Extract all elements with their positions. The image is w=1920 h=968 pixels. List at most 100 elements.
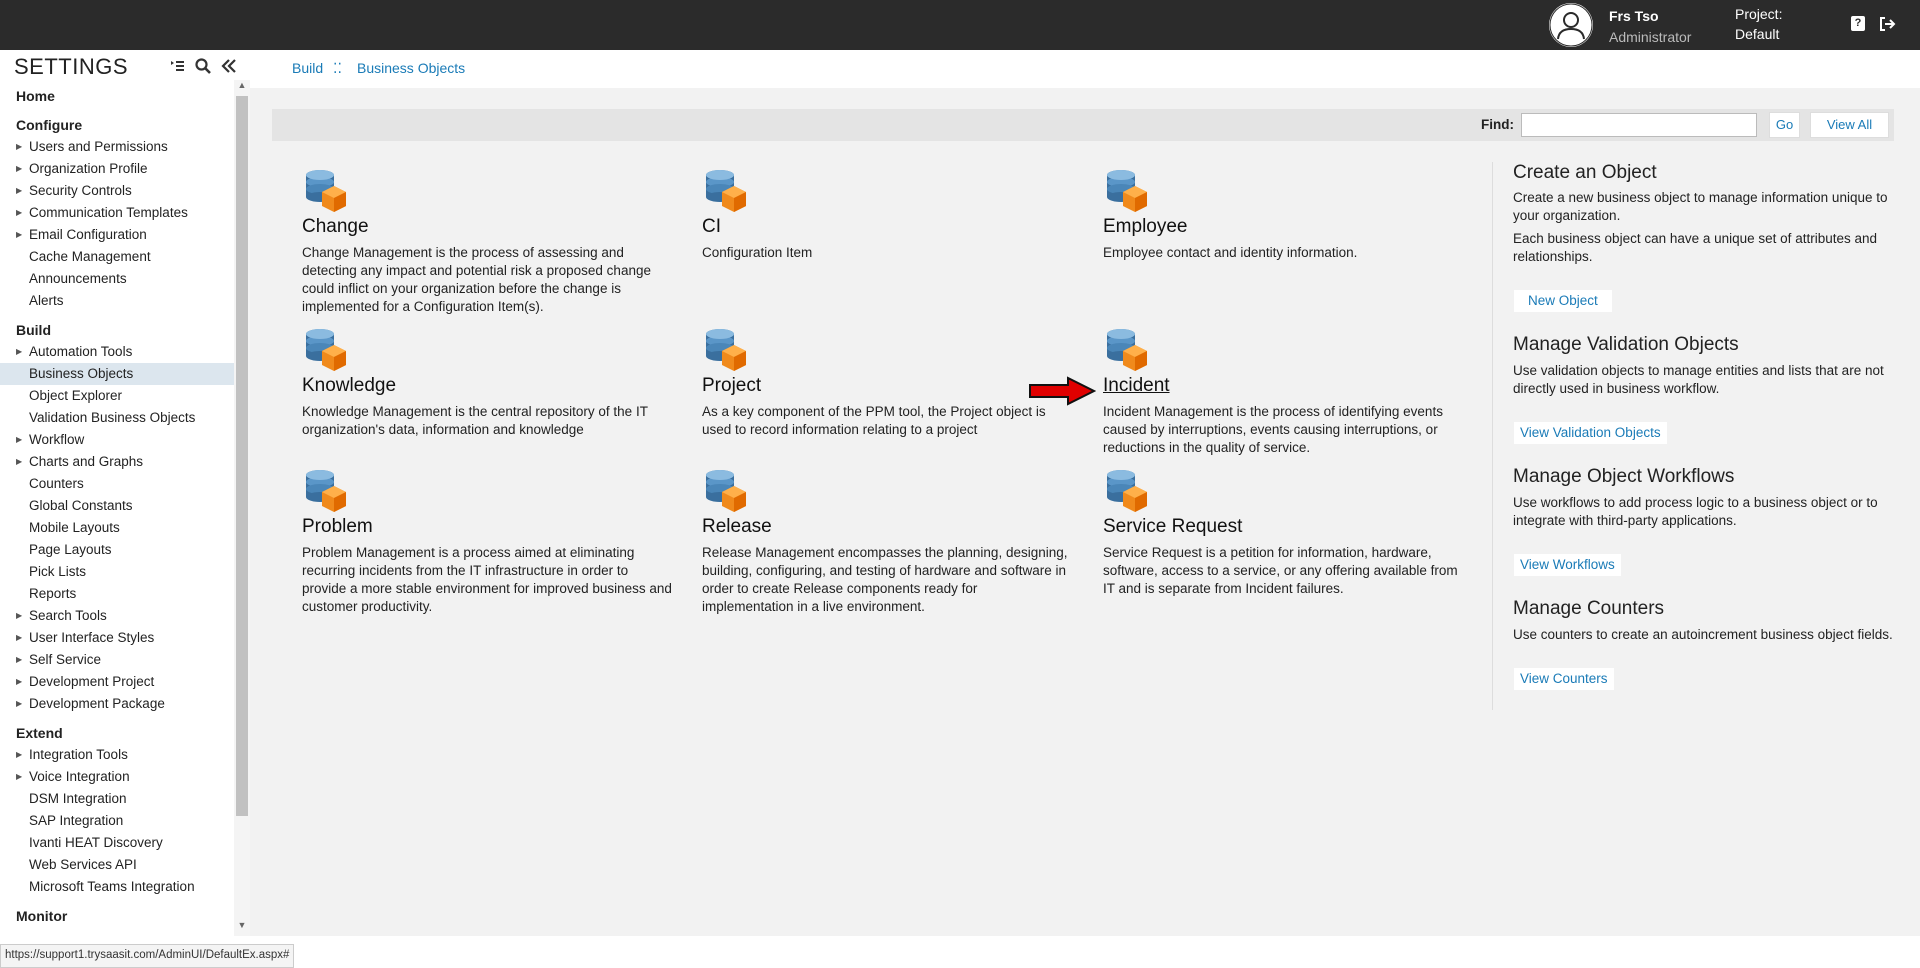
business-object-description: Incident Management is the process of id… bbox=[1103, 404, 1443, 455]
breadcrumb-build[interactable]: Build bbox=[292, 60, 323, 76]
sidebar-item-sap-integration[interactable]: SAP Integration bbox=[0, 810, 234, 832]
sidebar-item-email-configuration[interactable]: ▶ Email Configuration bbox=[0, 224, 234, 246]
scroll-up-arrow-icon[interactable]: ▲ bbox=[236, 80, 248, 92]
sidebar-item-security-controls[interactable]: ▶ Security Controls bbox=[0, 180, 234, 202]
business-object-name[interactable]: Change bbox=[302, 216, 369, 238]
sidebar-item-users-and-permissions[interactable]: ▶ Users and Permissions bbox=[0, 136, 234, 158]
help-icon[interactable]: ? bbox=[1851, 16, 1865, 31]
sidebar-item-development-project[interactable]: ▶ Development Project bbox=[0, 671, 234, 693]
user-name[interactable]: Frs Tso bbox=[1609, 8, 1659, 24]
scroll-down-arrow-icon[interactable]: ▼ bbox=[236, 920, 248, 932]
expand-triangle-icon[interactable]: ▶ bbox=[16, 136, 22, 158]
sidebar-item-label: Business Objects bbox=[29, 366, 134, 381]
database-cube-icon[interactable] bbox=[302, 468, 350, 516]
breadcrumb-business-objects[interactable]: Business Objects bbox=[357, 60, 465, 76]
expand-triangle-icon[interactable]: ▶ bbox=[16, 224, 22, 246]
sidebar-item-workflow[interactable]: ▶ Workflow bbox=[0, 429, 234, 451]
business-object-name[interactable]: Service Request bbox=[1103, 516, 1242, 538]
sidebar-item-charts-and-graphs[interactable]: ▶ Charts and Graphs bbox=[0, 451, 234, 473]
project-label: Project: bbox=[1735, 6, 1783, 22]
counters-text: Use counters to create an autoincrement … bbox=[1513, 627, 1893, 642]
view-validation-objects-button[interactable]: View Validation Objects bbox=[1514, 422, 1667, 444]
database-cube-icon[interactable] bbox=[1103, 168, 1151, 216]
expand-triangle-icon[interactable]: ▶ bbox=[16, 671, 22, 693]
database-cube-icon[interactable] bbox=[702, 327, 750, 375]
expand-triangle-icon[interactable]: ▶ bbox=[16, 605, 22, 627]
business-object-name[interactable]: Knowledge bbox=[302, 375, 396, 397]
view-counters-button[interactable]: View Counters bbox=[1514, 668, 1614, 690]
sidebar-item-development-package[interactable]: ▶ Development Package bbox=[0, 693, 234, 715]
sidebar-item-object-explorer[interactable]: Object Explorer bbox=[0, 385, 234, 407]
sidebar-item-label: Page Layouts bbox=[29, 542, 112, 557]
sidebar-item-integration-tools[interactable]: ▶ Integration Tools bbox=[0, 744, 234, 766]
database-cube-icon[interactable] bbox=[702, 168, 750, 216]
sidebar-item-announcements[interactable]: Announcements bbox=[0, 268, 234, 290]
view-workflows-button[interactable]: View Workflows bbox=[1514, 554, 1621, 576]
expand-triangle-icon[interactable]: ▶ bbox=[16, 429, 22, 451]
view-all-button[interactable]: View All bbox=[1810, 112, 1889, 138]
project-value[interactable]: Default bbox=[1735, 26, 1779, 42]
expand-triangle-icon[interactable]: ▶ bbox=[16, 627, 22, 649]
expand-triangle-icon[interactable]: ▶ bbox=[16, 202, 22, 224]
sidebar-item-validation-business-objects[interactable]: Validation Business Objects bbox=[0, 407, 234, 429]
go-button[interactable]: Go bbox=[1769, 112, 1800, 138]
database-cube-icon[interactable] bbox=[1103, 327, 1151, 375]
sidebar-item-mobile-layouts[interactable]: Mobile Layouts bbox=[0, 517, 234, 539]
sidebar-item-organization-profile[interactable]: ▶ Organization Profile bbox=[0, 158, 234, 180]
nav-section-monitor[interactable]: Monitor bbox=[0, 905, 234, 927]
user-avatar-icon[interactable] bbox=[1549, 3, 1593, 47]
sidebar-item-voice-integration[interactable]: ▶ Voice Integration bbox=[0, 766, 234, 788]
nav-section-build[interactable]: Build bbox=[0, 319, 234, 341]
nav-section-extend[interactable]: Extend bbox=[0, 722, 234, 744]
sidebar-item-label: Development Package bbox=[29, 696, 165, 711]
sidebar-item-search-tools[interactable]: ▶ Search Tools bbox=[0, 605, 234, 627]
sidebar-item-label: Ivanti HEAT Discovery bbox=[29, 835, 163, 850]
business-object-name[interactable]: Employee bbox=[1103, 216, 1188, 238]
sidebar-scroll-thumb[interactable] bbox=[236, 96, 248, 816]
sidebar-item-dsm-integration[interactable]: DSM Integration bbox=[0, 788, 234, 810]
business-object-name[interactable]: Incident bbox=[1103, 375, 1170, 397]
sidebar-item-pick-lists[interactable]: Pick Lists bbox=[0, 561, 234, 583]
expand-triangle-icon[interactable]: ▶ bbox=[16, 693, 22, 715]
sidebar-item-counters[interactable]: Counters bbox=[0, 473, 234, 495]
nav-home[interactable]: Home bbox=[0, 85, 234, 107]
logout-icon[interactable] bbox=[1878, 15, 1896, 33]
new-object-button[interactable]: New Object bbox=[1514, 290, 1612, 312]
business-object-description: Release Management encompasses the plann… bbox=[702, 545, 1068, 614]
sidebar-item-self-service[interactable]: ▶ Self Service bbox=[0, 649, 234, 671]
sidebar-item-reports[interactable]: Reports bbox=[0, 583, 234, 605]
nav-section-configure[interactable]: Configure bbox=[0, 114, 234, 136]
sidebar-item-microsoft-teams-integration[interactable]: Microsoft Teams Integration bbox=[0, 876, 234, 898]
expand-triangle-icon[interactable]: ▶ bbox=[16, 158, 22, 180]
sidebar-item-alerts[interactable]: Alerts bbox=[0, 290, 234, 312]
sidebar-item-user-interface-styles[interactable]: ▶ User Interface Styles bbox=[0, 627, 234, 649]
expand-triangle-icon[interactable]: ▶ bbox=[16, 744, 22, 766]
sidebar-item-page-layouts[interactable]: Page Layouts bbox=[0, 539, 234, 561]
business-object-name[interactable]: Problem bbox=[302, 516, 373, 538]
expand-triangle-icon[interactable]: ▶ bbox=[16, 649, 22, 671]
collapse-sidebar-icon[interactable] bbox=[220, 57, 238, 75]
sidebar-item-automation-tools[interactable]: ▶ Automation Tools bbox=[0, 341, 234, 363]
expand-triangle-icon[interactable]: ▶ bbox=[16, 341, 22, 363]
user-role: Administrator bbox=[1609, 29, 1692, 45]
sidebar-item-label: Announcements bbox=[29, 271, 127, 286]
database-cube-icon[interactable] bbox=[1103, 468, 1151, 516]
sidebar-item-ivanti-heat-discovery[interactable]: Ivanti HEAT Discovery bbox=[0, 832, 234, 854]
sidebar-item-business-objects[interactable]: Business Objects bbox=[0, 363, 234, 385]
sidebar-item-cache-management[interactable]: Cache Management bbox=[0, 246, 234, 268]
search-icon[interactable] bbox=[194, 57, 212, 75]
business-object-name[interactable]: Project bbox=[702, 375, 761, 397]
expand-triangle-icon[interactable]: ▶ bbox=[16, 451, 22, 473]
business-object-name[interactable]: CI bbox=[702, 216, 721, 238]
expand-triangle-icon[interactable]: ▶ bbox=[16, 180, 22, 202]
tree-list-icon[interactable] bbox=[168, 57, 186, 75]
sidebar-item-web-services-api[interactable]: Web Services API bbox=[0, 854, 234, 876]
business-object-name[interactable]: Release bbox=[702, 516, 772, 538]
database-cube-icon[interactable] bbox=[702, 468, 750, 516]
database-cube-icon[interactable] bbox=[302, 168, 350, 216]
expand-triangle-icon[interactable]: ▶ bbox=[16, 766, 22, 788]
sidebar-item-global-constants[interactable]: Global Constants bbox=[0, 495, 234, 517]
sidebar-item-communication-templates[interactable]: ▶ Communication Templates bbox=[0, 202, 234, 224]
find-input[interactable] bbox=[1521, 113, 1757, 137]
database-cube-icon[interactable] bbox=[302, 327, 350, 375]
